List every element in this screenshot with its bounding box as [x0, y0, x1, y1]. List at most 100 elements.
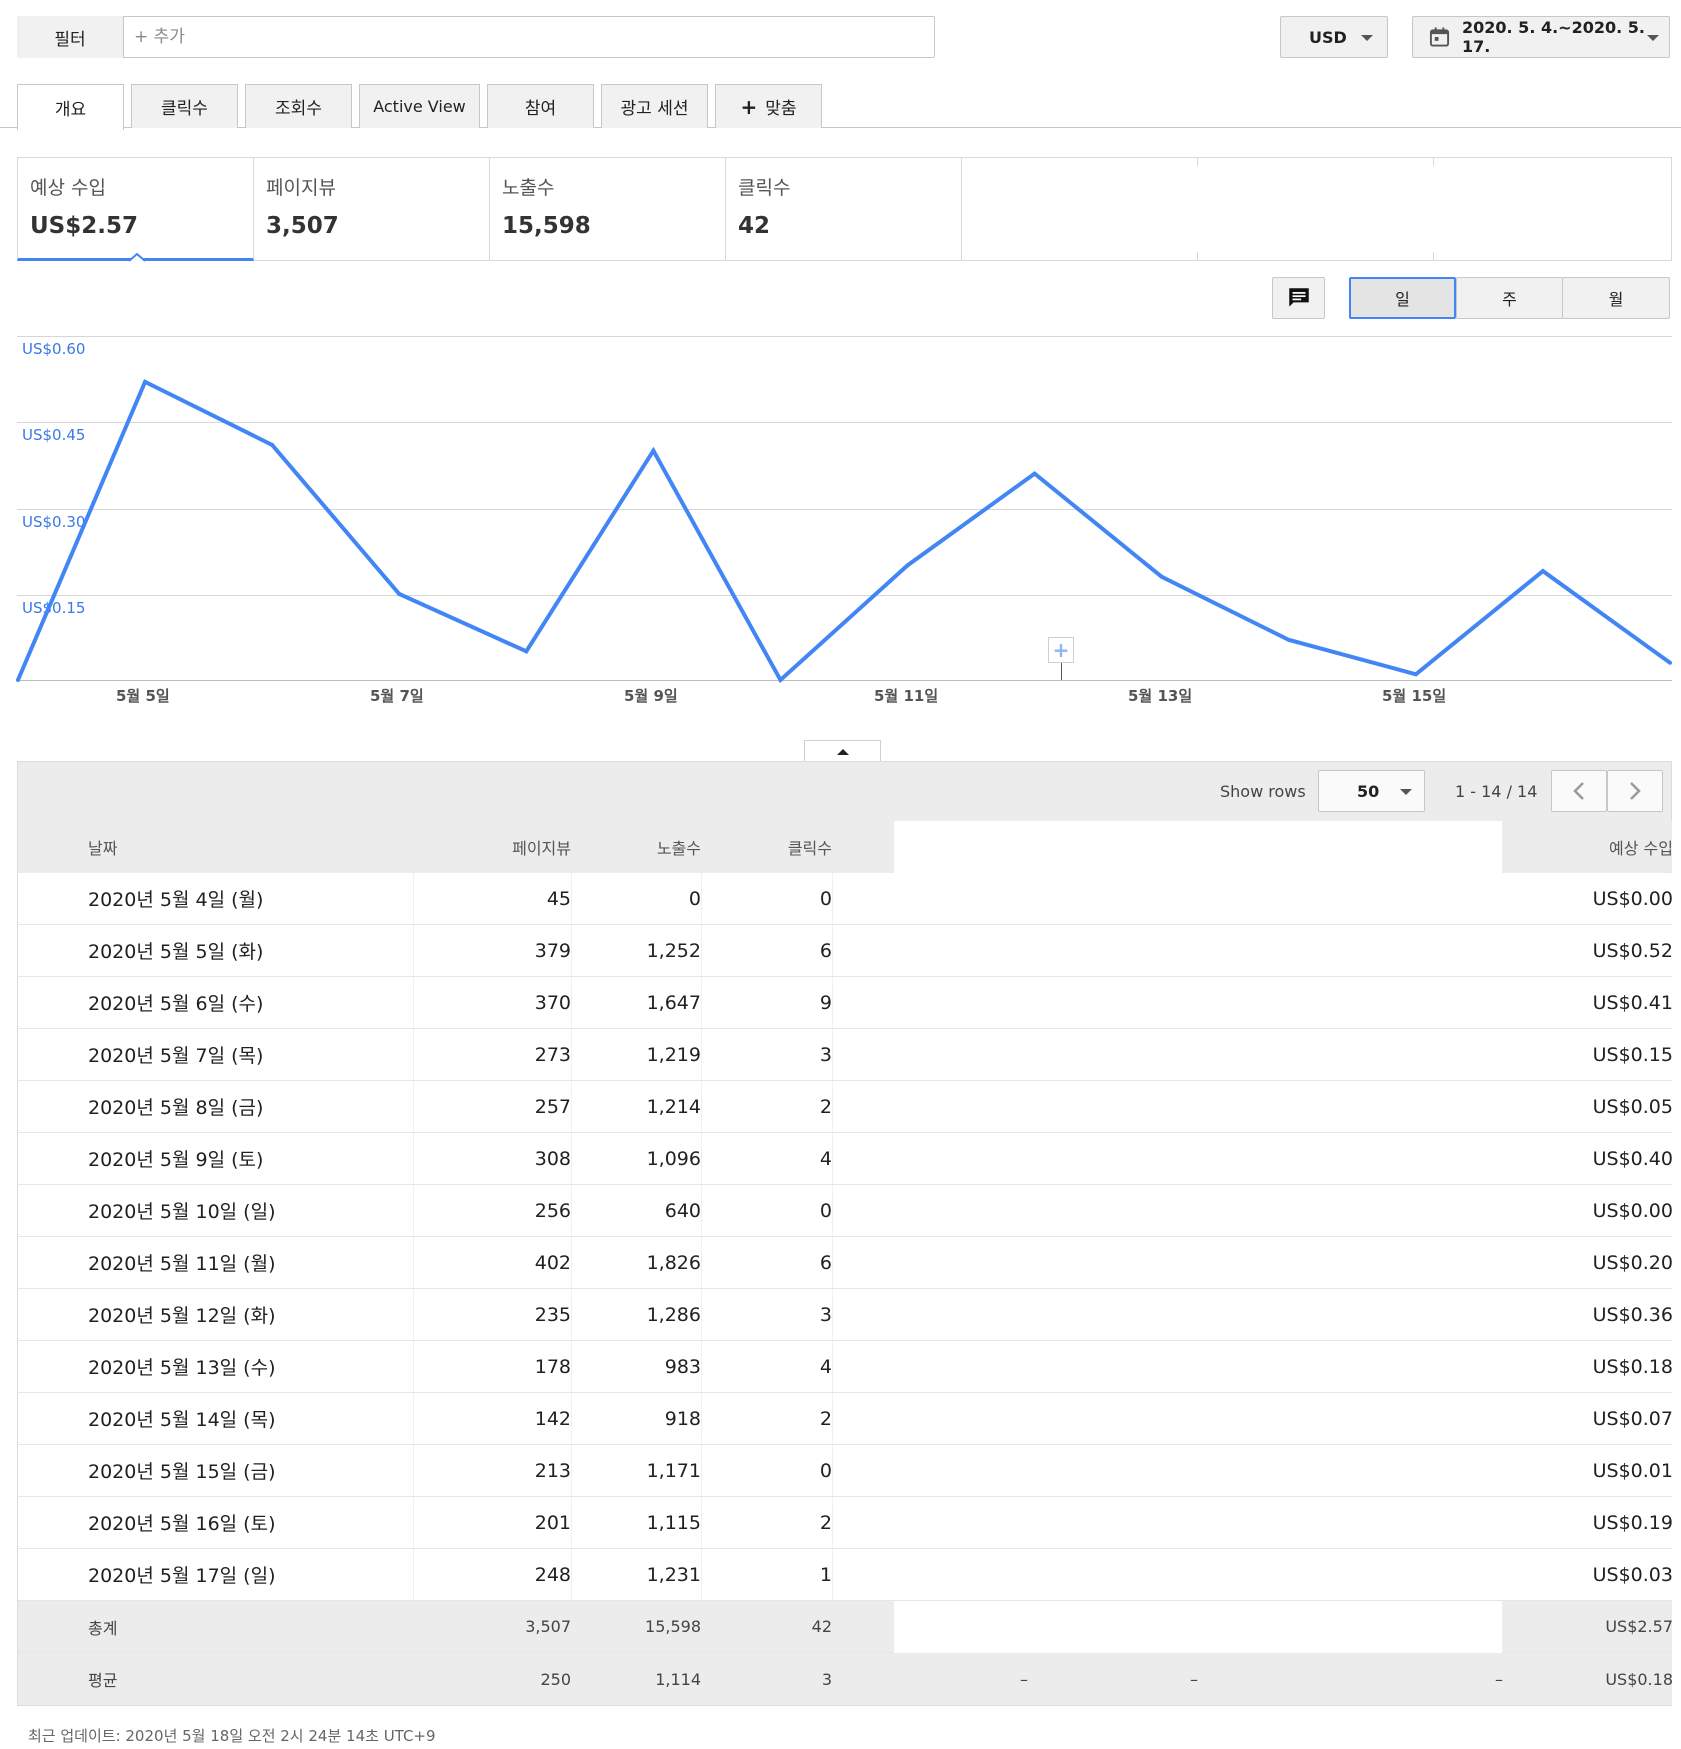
column-divider [701, 1497, 702, 1548]
column-divider [701, 977, 702, 1028]
column-divider [413, 1133, 414, 1184]
header-date[interactable]: 날짜 [88, 821, 117, 872]
data-point[interactable] [1540, 569, 1545, 574]
row-pageviews: 45 [546, 887, 571, 910]
row-date: 2020년 5월 5일 (화) [88, 941, 264, 963]
row-pageviews: 273 [534, 1043, 571, 1066]
pagination-range: 1 - 14 / 14 [1455, 782, 1538, 801]
column-divider [832, 1185, 833, 1236]
table-row: 2020년 5월 10일 (일) 256 640 0 US$0.00 [18, 1185, 1673, 1237]
column-divider [571, 1289, 572, 1340]
collapse-chart-button[interactable] [804, 740, 881, 762]
header-earnings[interactable]: 예상 수입 [1503, 821, 1673, 872]
data-point[interactable] [143, 379, 148, 384]
column-divider [832, 1341, 833, 1392]
data-point[interactable] [270, 442, 275, 447]
column-divider [832, 873, 833, 924]
data-point[interactable] [524, 649, 529, 654]
row-date: 2020년 5월 17일 (일) [88, 1565, 276, 1587]
next-page-button[interactable] [1607, 770, 1663, 812]
table-row: 2020년 5월 11일 (월) 402 1,826 6 US$0.20 [18, 1237, 1673, 1289]
row-clicks: 2 [819, 1407, 832, 1430]
row-clicks: 0 [819, 1459, 832, 1482]
row-impressions: 640 [664, 1199, 701, 1222]
column-divider [413, 1029, 414, 1080]
column-divider [832, 977, 833, 1028]
row-impressions: 983 [664, 1355, 701, 1378]
row-clicks: 1 [819, 1563, 832, 1586]
data-point[interactable] [651, 448, 656, 453]
column-divider [571, 977, 572, 1028]
row-pageviews: 248 [534, 1563, 571, 1586]
column-divider [571, 1237, 572, 1288]
row-date: 2020년 5월 9일 (토) [88, 1149, 264, 1171]
column-divider [413, 1445, 414, 1496]
column-divider [571, 1445, 572, 1496]
column-divider [571, 1185, 572, 1236]
column-divider [701, 1133, 702, 1184]
column-divider [571, 873, 572, 924]
table-row: 2020년 5월 17일 (일) 248 1,231 1 US$0.03 [18, 1549, 1673, 1601]
row-date: 2020년 5월 16일 (토) [88, 1513, 276, 1535]
header-pageviews[interactable]: 페이지뷰 [413, 821, 571, 872]
tab-overview[interactable]: 개요 [17, 84, 124, 130]
data-point[interactable] [1668, 660, 1672, 665]
data-point[interactable] [1159, 574, 1164, 579]
data-point[interactable] [1032, 471, 1037, 476]
table-row: 2020년 5월 7일 (목) 273 1,219 3 US$0.15 [18, 1029, 1673, 1081]
row-pageviews: 178 [534, 1355, 571, 1378]
data-point[interactable] [778, 678, 783, 682]
row-earnings: US$0.15 [1592, 1043, 1673, 1066]
row-earnings: US$0.07 [1592, 1407, 1673, 1430]
data-point[interactable] [1413, 672, 1418, 677]
row-pageviews: 257 [534, 1095, 571, 1118]
total-pageviews: 3,507 [525, 1617, 571, 1636]
column-divider [832, 1445, 833, 1496]
column-divider [832, 1133, 833, 1184]
row-clicks: 2 [819, 1511, 832, 1534]
column-divider [832, 1393, 833, 1444]
x-tick-label: 5월 13일 [1128, 687, 1193, 705]
rows-per-page-select[interactable]: 50 [1318, 770, 1425, 812]
column-divider [701, 1549, 702, 1600]
column-divider [701, 1445, 702, 1496]
data-point[interactable] [905, 563, 910, 568]
table-row: 2020년 5월 16일 (토) 201 1,115 2 US$0.19 [18, 1497, 1673, 1549]
average-dash: – [1495, 1669, 1503, 1689]
header-impressions[interactable]: 노출수 [571, 821, 701, 872]
data-point[interactable] [16, 678, 20, 682]
column-divider [832, 1029, 833, 1080]
column-divider [413, 1185, 414, 1236]
data-point[interactable] [1286, 637, 1291, 642]
add-annotation-button[interactable]: + [1048, 637, 1074, 663]
table-row: 2020년 5월 15일 (금) 213 1,171 0 US$0.01 [18, 1445, 1673, 1497]
column-divider [413, 1289, 414, 1340]
column-divider [701, 1081, 702, 1132]
prev-page-button[interactable] [1551, 770, 1607, 812]
row-earnings: US$0.41 [1592, 991, 1673, 1014]
average-dash: – [1190, 1669, 1198, 1689]
row-date: 2020년 5월 15일 (금) [88, 1461, 276, 1483]
column-divider [701, 1237, 702, 1288]
row-earnings: US$0.36 [1592, 1303, 1673, 1326]
row-impressions: 1,826 [646, 1251, 701, 1274]
row-impressions: 0 [688, 887, 701, 910]
data-point[interactable] [397, 592, 402, 596]
column-divider [571, 1133, 572, 1184]
column-divider [701, 1393, 702, 1444]
row-pageviews: 308 [534, 1147, 571, 1170]
row-date: 2020년 5월 7일 (목) [88, 1045, 264, 1067]
column-divider [413, 1341, 414, 1392]
row-pageviews: 213 [534, 1459, 571, 1482]
table-row: 2020년 5월 14일 (목) 142 918 2 US$0.07 [18, 1393, 1673, 1445]
earnings-line-chart [16, 379, 1672, 684]
series-line [16, 379, 1672, 684]
row-earnings: US$0.19 [1592, 1511, 1673, 1534]
row-impressions: 918 [664, 1407, 701, 1430]
column-divider [832, 1289, 833, 1340]
column-divider [701, 925, 702, 976]
row-date: 2020년 5월 4일 (월) [88, 889, 264, 911]
header-clicks[interactable]: 클릭수 [701, 821, 832, 872]
column-divider [832, 1081, 833, 1132]
column-divider [701, 1289, 702, 1340]
